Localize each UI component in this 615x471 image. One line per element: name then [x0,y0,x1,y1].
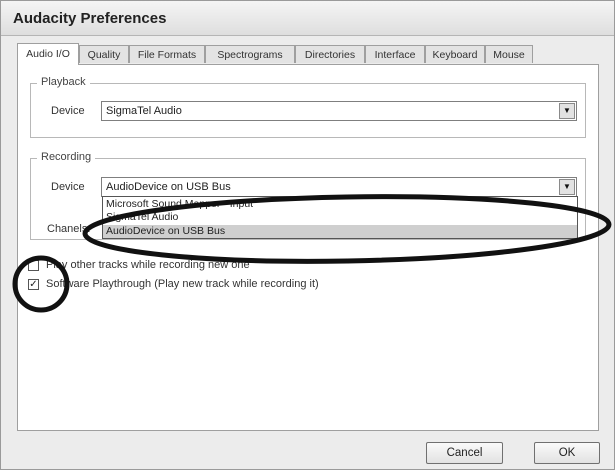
ok-button[interactable]: OK [534,442,600,464]
audio-io-panel: Playback Device SigmaTel Audio ▼ Recordi… [17,64,599,431]
channels-label-tail: els: [73,223,91,235]
checkmark-icon: ✓ [29,279,38,290]
tab-interface[interactable]: Interface [365,45,425,63]
dropdown-option-sigmatel[interactable]: SigmaTel Audio [103,211,577,224]
tab-quality[interactable]: Quality [79,45,129,63]
play-other-tracks-checkbox[interactable] [28,260,39,271]
playback-group: Playback Device SigmaTel Audio ▼ [30,76,586,138]
window-title: Audacity Preferences [13,10,167,27]
tab-file-formats[interactable]: File Formats [129,45,205,63]
tab-keyboard[interactable]: Keyboard [425,45,485,63]
recording-device-select[interactable]: AudioDevice on USB Bus ▼ [101,177,577,197]
tab-mouse[interactable]: Mouse [485,45,533,63]
recording-device-dropdown-list[interactable]: Microsoft Sound Mapper - Input SigmaTel … [102,196,578,239]
playback-device-value: SigmaTel Audio [106,105,182,117]
dropdown-option-usb-bus[interactable]: AudioDevice on USB Bus [103,225,577,238]
chevron-down-icon[interactable]: ▼ [559,179,575,195]
tab-spectrograms[interactable]: Spectrograms [205,45,295,63]
title-bar[interactable]: Audacity Preferences [1,1,614,36]
recording-legend: Recording [37,151,96,163]
dropdown-option-sound-mapper[interactable]: Microsoft Sound Mapper - Input [103,198,577,211]
chevron-down-icon[interactable]: ▼ [559,103,575,119]
recording-device-value: AudioDevice on USB Bus [106,181,231,193]
tab-audio-io[interactable]: Audio I/O [17,43,79,65]
recording-device-label: Device [51,181,85,193]
cancel-button[interactable]: Cancel [426,442,503,464]
software-playthrough-checkbox[interactable]: ✓ [28,279,39,290]
play-other-tracks-label: Play other tracks while recording new on… [46,259,250,271]
playback-legend: Playback [37,76,90,88]
playback-device-select[interactable]: SigmaTel Audio ▼ [101,101,577,121]
playback-device-label: Device [51,105,85,117]
preferences-window: Audacity Preferences Audio I/O Quality F… [0,0,615,470]
tab-directories[interactable]: Directories [295,45,365,63]
channels-label-head: Chan [47,223,74,235]
software-playthrough-label: Software Playthrough (Play new track whi… [46,278,319,290]
channels-label: Chanels: [47,223,90,235]
